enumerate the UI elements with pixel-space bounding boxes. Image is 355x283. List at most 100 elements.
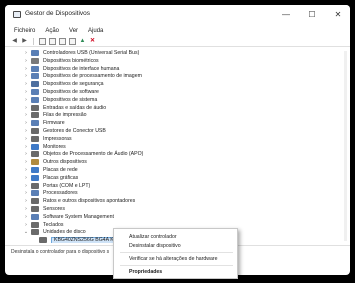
- minimize-button[interactable]: —: [278, 7, 294, 23]
- chevron-right-icon[interactable]: ›: [23, 128, 29, 134]
- ctx-update-driver[interactable]: Atualizar controlador: [129, 234, 177, 240]
- tree-item-label: Sensores: [43, 206, 65, 212]
- chevron-right-icon[interactable]: ›: [23, 206, 29, 212]
- toolbar: ◀ ▶ ▲ ✕: [5, 36, 350, 47]
- menu-ver[interactable]: Ver: [69, 28, 78, 34]
- chevron-right-icon[interactable]: ›: [23, 214, 29, 220]
- scan-hardware-icon[interactable]: [49, 37, 56, 45]
- tree-item[interactable]: › Dispositivos de processamento de imagem: [23, 72, 323, 80]
- device-category-icon: [31, 190, 39, 197]
- device-category-icon: [31, 151, 39, 158]
- tree-item[interactable]: › Entradas e saídas de áudio: [23, 104, 323, 112]
- tree-item[interactable]: › Ratos e outros dispositivos apontadores: [23, 197, 323, 205]
- device-category-icon: [31, 135, 39, 142]
- tree-item[interactable]: › Dispositivos de segurança: [23, 80, 323, 88]
- forward-button[interactable]: ▶: [21, 38, 28, 45]
- tree-item[interactable]: › Dispositivos de interface humana: [23, 65, 323, 73]
- tree-item-label: Firmware: [43, 120, 65, 127]
- device-category-icon: [31, 143, 39, 150]
- ctx-uninstall-device[interactable]: Desinstalar dispositivo: [129, 243, 181, 249]
- tree-item-label: Dispositivos biométricos: [43, 57, 99, 64]
- tree-item-label: Monitores: [43, 143, 66, 150]
- menu-bar: Ficheiro Ação Ver Ajuda: [5, 25, 350, 36]
- chevron-right-icon[interactable]: ›: [23, 159, 29, 165]
- device-category-icon: [31, 182, 39, 189]
- menu-ficheiro[interactable]: Ficheiro: [14, 28, 35, 34]
- tree-item-label: Dispositivos de sistema: [43, 96, 98, 103]
- device-category-icon: [31, 159, 39, 166]
- tree-item[interactable]: › Dispositivos de software: [23, 88, 323, 96]
- tree-item-label: Teclados: [43, 221, 64, 228]
- tree-item-label: Placas gráficas: [43, 174, 79, 181]
- ctx-scan-hardware[interactable]: Verificar se há alterações de hardware: [129, 256, 218, 262]
- tree-item[interactable]: › Processadores: [23, 189, 323, 197]
- chevron-right-icon[interactable]: ›: [23, 222, 29, 228]
- chevron-right-icon[interactable]: ›: [23, 73, 29, 79]
- chevron-right-icon[interactable]: ›: [23, 136, 29, 142]
- tree-item[interactable]: › Placas gráficas: [23, 174, 323, 182]
- device-category-icon: [31, 73, 39, 80]
- tree-item[interactable]: › Impressoras: [23, 135, 323, 143]
- tree-item[interactable]: › Dispositivos biométricos: [23, 57, 323, 65]
- chevron-right-icon[interactable]: ›: [23, 167, 29, 173]
- chevron-right-icon[interactable]: ›: [23, 112, 29, 118]
- chevron-down-icon[interactable]: ⌄: [23, 229, 29, 235]
- tree-item[interactable]: › Outros dispositivos: [23, 158, 323, 166]
- maximize-button[interactable]: ☐: [304, 7, 320, 23]
- tree-item-label: Dispositivos de software: [43, 89, 99, 95]
- scrollbar[interactable]: [344, 51, 347, 241]
- chevron-right-icon[interactable]: ›: [23, 81, 29, 87]
- tree-item[interactable]: › Software System Management: [23, 213, 323, 221]
- device-category-icon: [31, 57, 39, 64]
- chevron-right-icon[interactable]: ›: [23, 183, 29, 189]
- tree-item[interactable]: › Sensores: [23, 205, 323, 213]
- chevron-right-icon[interactable]: ›: [23, 151, 29, 157]
- device-manager-icon: [13, 11, 21, 18]
- back-button[interactable]: ◀: [11, 38, 18, 45]
- ctx-properties[interactable]: Propriedades: [129, 269, 162, 275]
- tree-item-label: Objetos de Processamento de Áudio (APO): [43, 151, 144, 158]
- chevron-right-icon[interactable]: ›: [23, 66, 29, 72]
- chevron-right-icon[interactable]: ›: [23, 97, 29, 103]
- chevron-right-icon[interactable]: ›: [23, 198, 29, 204]
- chevron-right-icon[interactable]: ›: [23, 175, 29, 181]
- status-text: Desinstala o controlador para o disposit…: [11, 248, 110, 255]
- tree-item[interactable]: › Objetos de Processamento de Áudio (APO): [23, 150, 323, 158]
- chevron-right-icon[interactable]: ›: [23, 50, 29, 56]
- chevron-right-icon[interactable]: ›: [23, 89, 29, 95]
- tree-item-label: Unidades de disco: [43, 229, 86, 236]
- chevron-right-icon[interactable]: ›: [23, 58, 29, 64]
- uninstall-icon[interactable]: ✕: [89, 38, 96, 45]
- menu-ajuda[interactable]: Ajuda: [88, 28, 103, 34]
- tree-item[interactable]: › Gestores de Conector USB: [23, 127, 323, 135]
- disk-drive-icon: [39, 237, 47, 243]
- update-driver-icon[interactable]: ▲: [79, 38, 86, 45]
- chevron-right-icon[interactable]: ›: [23, 120, 29, 126]
- tree-item[interactable]: › Monitores: [23, 143, 323, 151]
- device-category-icon: [31, 206, 39, 212]
- device-category-icon: [31, 96, 39, 103]
- chevron-right-icon[interactable]: ›: [23, 144, 29, 150]
- monitor-icon[interactable]: [69, 37, 76, 45]
- tree-item[interactable]: › Dispositivos de sistema: [23, 96, 323, 104]
- device-category-icon: [31, 174, 39, 181]
- tree-item[interactable]: › Portas (COM e LPT): [23, 182, 323, 190]
- tree-item-label: Gestores de Conector USB: [43, 128, 106, 134]
- tree-item[interactable]: › Controladores USB (Universal Serial Bus…: [23, 49, 323, 57]
- tree-item[interactable]: › Firmware: [23, 119, 323, 127]
- properties-icon[interactable]: [39, 37, 46, 45]
- tree-item[interactable]: › Filas de impressão: [23, 111, 323, 119]
- context-divider: [120, 252, 233, 253]
- tree-item-label: Portas (COM e LPT): [43, 182, 91, 189]
- device-category-icon: [31, 65, 39, 72]
- menu-acao[interactable]: Ação: [45, 28, 59, 34]
- device-category-icon: [31, 167, 39, 173]
- tree-item-label: Dispositivos de processamento de imagem: [43, 73, 142, 80]
- device-category-icon: [31, 50, 39, 56]
- help-icon[interactable]: [59, 37, 66, 45]
- chevron-right-icon[interactable]: ›: [23, 190, 29, 196]
- close-button[interactable]: ✕: [330, 7, 346, 23]
- chevron-right-icon[interactable]: ›: [23, 105, 29, 111]
- tree-item[interactable]: › Placas de rede: [23, 166, 323, 174]
- device-category-icon: [31, 104, 39, 111]
